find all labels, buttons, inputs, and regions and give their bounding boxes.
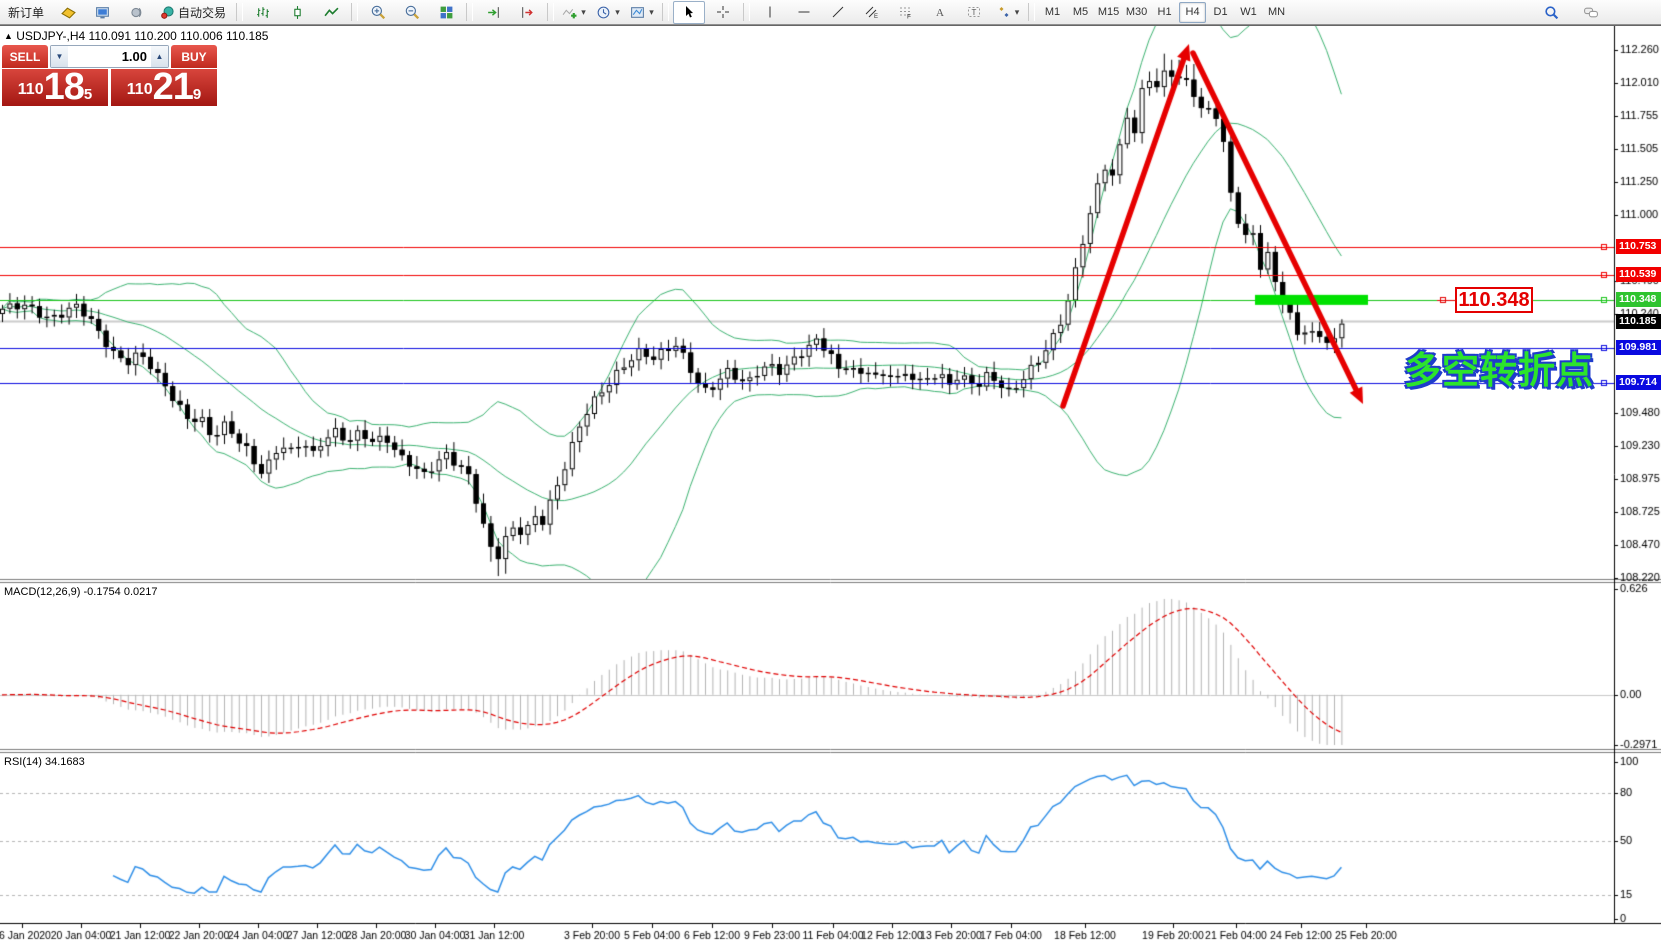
- chevron-down-icon: ▾: [649, 7, 654, 18]
- macd-name: MACD(12,26,9): [4, 586, 80, 598]
- timeframe-button-m5[interactable]: M5: [1067, 2, 1094, 23]
- timeframe-button-m1[interactable]: M1: [1039, 2, 1066, 23]
- auto-scroll-icon[interactable]: [477, 1, 509, 24]
- fibonacci-icon[interactable]: F: [890, 1, 922, 24]
- macd-signal-value: 0.0217: [124, 586, 158, 598]
- buy-price-main: 21: [153, 69, 193, 105]
- sell-price-sup: 5: [84, 69, 92, 121]
- svg-text:T: T: [972, 8, 977, 17]
- candlestick-chart-icon[interactable]: [281, 1, 313, 24]
- volume-decrease-button[interactable]: ▼: [51, 46, 68, 67]
- timeframe-button-m15[interactable]: M15: [1095, 2, 1122, 23]
- main-toolbar: 新订单 自动交易 ▾ ▾: [0, 0, 1661, 25]
- vertical-line-icon[interactable]: [754, 1, 786, 24]
- indicators-icon: [562, 5, 577, 20]
- market-watch-icon[interactable]: [52, 1, 84, 24]
- svg-text:E: E: [874, 14, 878, 19]
- chevron-down-icon: ▾: [1015, 7, 1020, 18]
- auto-trading-icon: [160, 5, 175, 20]
- auto-trading-label: 自动交易: [178, 4, 226, 21]
- sell-label: SELL: [2, 45, 48, 68]
- macd-indicator-label: MACD(12,26,9) -0.1754 0.0217: [4, 586, 158, 598]
- chart-symbol-period: USDJPY-,H4: [16, 29, 85, 43]
- price-badge-109.714: 109.714: [1616, 375, 1661, 390]
- price-callout-label: 110.348: [1455, 287, 1533, 313]
- chart-canvas[interactable]: [0, 26, 1661, 947]
- zoom-out-icon[interactable]: [396, 1, 428, 24]
- chart-shift-icon[interactable]: [511, 1, 543, 24]
- sell-button[interactable]: 110 18 5: [2, 69, 108, 106]
- buy-price-big: 110: [127, 75, 153, 105]
- chart-ohlc-values: 110.091 110.200 110.006 110.185: [89, 29, 269, 43]
- chart-annotation-text: 多空转折点: [1404, 340, 1594, 394]
- chevron-down-icon: ▾: [615, 7, 620, 18]
- svg-text:A: A: [936, 7, 944, 19]
- volume-stepper: ▼ ▲: [50, 45, 169, 68]
- toolbar-separator: [236, 3, 243, 21]
- tile-windows-icon[interactable]: [430, 1, 462, 24]
- zoom-in-icon[interactable]: [362, 1, 394, 24]
- price-badge-110.185: 110.185: [1616, 314, 1661, 329]
- timeframe-button-h1[interactable]: H1: [1151, 2, 1178, 23]
- toolbar-right-group: [1535, 1, 1607, 24]
- volume-increase-button[interactable]: ▲: [151, 46, 168, 67]
- new-order-button[interactable]: 新订单: [2, 1, 50, 24]
- templates-button[interactable]: ▾: [626, 1, 658, 24]
- timeframe-button-d1[interactable]: D1: [1207, 2, 1234, 23]
- line-chart-icon[interactable]: [315, 1, 347, 24]
- price-badge-110.348: 110.348: [1616, 292, 1661, 307]
- chat-icon[interactable]: [1575, 1, 1607, 24]
- crosshair-icon[interactable]: [707, 1, 739, 24]
- toolbar-separator: [351, 3, 358, 21]
- timeframe-button-mn[interactable]: MN: [1263, 2, 1290, 23]
- auto-trading-button[interactable]: 自动交易: [154, 1, 232, 24]
- chevron-down-icon: ▾: [581, 7, 586, 18]
- svg-text:F: F: [907, 14, 911, 20]
- text-icon[interactable]: A: [924, 1, 956, 24]
- toolbar-separator: [1028, 3, 1035, 21]
- toolbar-separator: [466, 3, 473, 21]
- channel-icon[interactable]: E: [856, 1, 888, 24]
- cursor-icon[interactable]: [673, 1, 705, 24]
- buy-label: BUY: [171, 45, 217, 68]
- signal-icon[interactable]: [120, 1, 152, 24]
- rsi-indicator-label: RSI(14) 34.1683: [4, 756, 85, 768]
- macd-main-value: -0.1754: [83, 586, 120, 598]
- toolbar-separator: [743, 3, 750, 21]
- toolbar-separator: [662, 3, 669, 21]
- symbol-triangle-icon: ▲: [4, 31, 13, 41]
- price-badge-109.981: 109.981: [1616, 340, 1661, 355]
- periods-icon: [596, 5, 611, 20]
- text-label-icon[interactable]: T: [958, 1, 990, 24]
- navigator-icon[interactable]: [86, 1, 118, 24]
- chart-title: ▲ USDJPY-,H4 110.091 110.200 110.006 110…: [4, 29, 268, 43]
- timeframe-button-w1[interactable]: W1: [1235, 2, 1262, 23]
- timeframe-button-h4[interactable]: H4: [1179, 2, 1206, 23]
- bar-chart-icon[interactable]: [247, 1, 279, 24]
- buy-price-sup: 9: [193, 69, 201, 121]
- indicators-button[interactable]: ▾: [558, 1, 590, 24]
- rsi-name: RSI(14): [4, 756, 42, 768]
- chart-window: ▲ USDJPY-,H4 110.091 110.200 110.006 110…: [0, 25, 1661, 946]
- arrows-icon: [997, 5, 1011, 19]
- templates-icon: [630, 5, 645, 20]
- price-badge-110.539: 110.539: [1616, 267, 1661, 282]
- arrows-button[interactable]: ▾: [992, 1, 1024, 24]
- price-badge-110.753: 110.753: [1616, 239, 1661, 254]
- buy-button[interactable]: 110 21 9: [111, 69, 217, 106]
- one-click-trading-panel: SELL ▼ ▲ BUY 110 18 5 110 21 9: [2, 45, 217, 106]
- sell-price-main: 18: [44, 69, 84, 105]
- timeframe-button-m30[interactable]: M30: [1123, 2, 1150, 23]
- volume-input[interactable]: [68, 46, 151, 67]
- search-icon[interactable]: [1535, 1, 1567, 24]
- horizontal-line-icon[interactable]: [788, 1, 820, 24]
- toolbar-separator: [547, 3, 554, 21]
- rsi-value: 34.1683: [45, 756, 85, 768]
- new-order-label: 新订单: [8, 4, 44, 21]
- timeframe-group: M1M5M15M30H1H4D1W1MN: [1039, 2, 1290, 23]
- periods-button[interactable]: ▾: [592, 1, 624, 24]
- trendline-icon[interactable]: [822, 1, 854, 24]
- sell-price-big: 110: [18, 75, 44, 105]
